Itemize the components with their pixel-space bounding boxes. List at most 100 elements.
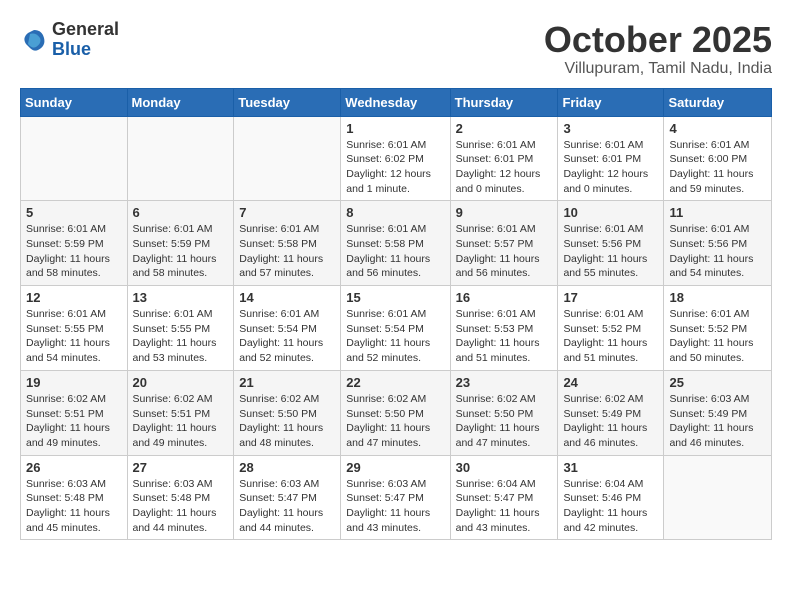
month-title: October 2025	[544, 20, 772, 60]
day-info: Sunrise: 6:02 AMSunset: 5:51 PMDaylight:…	[26, 392, 122, 451]
title-block: October 2025 Villupuram, Tamil Nadu, Ind…	[544, 20, 772, 78]
location-subtitle: Villupuram, Tamil Nadu, India	[544, 60, 772, 78]
day-info: Sunrise: 6:03 AMSunset: 5:47 PMDaylight:…	[346, 477, 444, 536]
day-info: Sunrise: 6:01 AMSunset: 5:56 PMDaylight:…	[563, 222, 658, 281]
day-number: 22	[346, 375, 444, 390]
calendar-cell: 24 Sunrise: 6:02 AMSunset: 5:49 PMDayligh…	[558, 370, 664, 455]
day-number: 5	[26, 205, 122, 220]
day-info: Sunrise: 6:02 AMSunset: 5:50 PMDaylight:…	[346, 392, 444, 451]
day-info: Sunrise: 6:01 AMSunset: 6:01 PMDaylight:…	[563, 138, 658, 197]
calendar-week-row: 12 Sunrise: 6:01 AMSunset: 5:55 PMDayligh…	[21, 286, 772, 371]
day-number: 23	[456, 375, 553, 390]
day-number: 28	[239, 460, 335, 475]
weekday-header-wednesday: Wednesday	[341, 88, 450, 116]
calendar-cell: 15 Sunrise: 6:01 AMSunset: 5:54 PMDayligh…	[341, 286, 450, 371]
calendar-cell: 16 Sunrise: 6:01 AMSunset: 5:53 PMDayligh…	[450, 286, 558, 371]
calendar-cell: 20Sunrise: 6:02 AMSunset: 5:51 PMDayligh…	[127, 370, 234, 455]
weekday-header-tuesday: Tuesday	[234, 88, 341, 116]
day-info: Sunrise: 6:01 AMSunset: 5:59 PMDaylight:…	[133, 222, 229, 281]
day-number: 3	[563, 121, 658, 136]
day-info: Sunrise: 6:01 AMSunset: 5:53 PMDaylight:…	[456, 307, 553, 366]
day-number: 29	[346, 460, 444, 475]
calendar-cell: 25 Sunrise: 6:03 AMSunset: 5:49 PMDayligh…	[664, 370, 772, 455]
day-info: Sunrise: 6:03 AMSunset: 5:48 PMDaylight:…	[26, 477, 122, 536]
day-info: Sunrise: 6:01 AMSunset: 5:54 PMDaylight:…	[239, 307, 335, 366]
day-number: 27	[133, 460, 229, 475]
day-number: 10	[563, 205, 658, 220]
calendar-week-row: 1 Sunrise: 6:01 AMSunset: 6:02 PMDaylight…	[21, 116, 772, 201]
calendar-cell: 22 Sunrise: 6:02 AMSunset: 5:50 PMDayligh…	[341, 370, 450, 455]
calendar-cell: 8 Sunrise: 6:01 AMSunset: 5:58 PMDaylight…	[341, 201, 450, 286]
day-info: Sunrise: 6:01 AMSunset: 5:58 PMDaylight:…	[346, 222, 444, 281]
day-info: Sunrise: 6:04 AMSunset: 5:46 PMDaylight:…	[563, 477, 658, 536]
day-info: Sunrise: 6:01 AMSunset: 6:00 PMDaylight:…	[669, 138, 766, 197]
day-info: Sunrise: 6:01 AMSunset: 5:54 PMDaylight:…	[346, 307, 444, 366]
day-info: Sunrise: 6:01 AMSunset: 5:55 PMDaylight:…	[133, 307, 229, 366]
day-number: 2	[456, 121, 553, 136]
logo-blue: Blue	[52, 39, 91, 59]
day-number: 26	[26, 460, 122, 475]
day-info: Sunrise: 6:02 AMSunset: 5:49 PMDaylight:…	[563, 392, 658, 451]
day-number: 17	[563, 290, 658, 305]
calendar-cell: 13Sunrise: 6:01 AMSunset: 5:55 PMDayligh…	[127, 286, 234, 371]
calendar-cell: 18 Sunrise: 6:01 AMSunset: 5:52 PMDayligh…	[664, 286, 772, 371]
calendar-cell: 21Sunrise: 6:02 AMSunset: 5:50 PMDayligh…	[234, 370, 341, 455]
day-number: 4	[669, 121, 766, 136]
weekday-header-friday: Friday	[558, 88, 664, 116]
calendar-cell: 1 Sunrise: 6:01 AMSunset: 6:02 PMDaylight…	[341, 116, 450, 201]
day-number: 31	[563, 460, 658, 475]
day-number: 15	[346, 290, 444, 305]
day-number: 19	[26, 375, 122, 390]
calendar-cell: 12 Sunrise: 6:01 AMSunset: 5:55 PMDayligh…	[21, 286, 128, 371]
day-number: 30	[456, 460, 553, 475]
day-info: Sunrise: 6:01 AMSunset: 6:01 PMDaylight:…	[456, 138, 553, 197]
day-info: Sunrise: 6:01 AMSunset: 5:56 PMDaylight:…	[669, 222, 766, 281]
weekday-header-row: SundayMondayTuesdayWednesdayThursdayFrid…	[21, 88, 772, 116]
calendar-cell: 3 Sunrise: 6:01 AMSunset: 6:01 PMDaylight…	[558, 116, 664, 201]
logo-icon	[20, 26, 48, 54]
weekday-header-thursday: Thursday	[450, 88, 558, 116]
day-number: 16	[456, 290, 553, 305]
calendar-cell: 9Sunrise: 6:01 AMSunset: 5:57 PMDaylight…	[450, 201, 558, 286]
calendar-cell: 17 Sunrise: 6:01 AMSunset: 5:52 PMDayligh…	[558, 286, 664, 371]
day-info: Sunrise: 6:03 AMSunset: 5:47 PMDaylight:…	[239, 477, 335, 536]
day-number: 1	[346, 121, 444, 136]
day-info: Sunrise: 6:01 AMSunset: 5:52 PMDaylight:…	[563, 307, 658, 366]
day-info: Sunrise: 6:01 AMSunset: 5:52 PMDaylight:…	[669, 307, 766, 366]
calendar-cell: 14 Sunrise: 6:01 AMSunset: 5:54 PMDayligh…	[234, 286, 341, 371]
day-number: 8	[346, 205, 444, 220]
day-info: Sunrise: 6:02 AMSunset: 5:50 PMDaylight:…	[456, 392, 553, 451]
day-number: 18	[669, 290, 766, 305]
day-number: 9	[456, 205, 553, 220]
calendar-cell: 4 Sunrise: 6:01 AMSunset: 6:00 PMDaylight…	[664, 116, 772, 201]
day-number: 24	[563, 375, 658, 390]
calendar-cell: 28 Sunrise: 6:03 AMSunset: 5:47 PMDayligh…	[234, 455, 341, 540]
calendar-cell	[664, 455, 772, 540]
page-header: General Blue October 2025 Villupuram, Ta…	[20, 20, 772, 78]
day-info: Sunrise: 6:04 AMSunset: 5:47 PMDaylight:…	[456, 477, 553, 536]
calendar-cell: 31 Sunrise: 6:04 AMSunset: 5:46 PMDayligh…	[558, 455, 664, 540]
calendar-cell: 27 Sunrise: 6:03 AMSunset: 5:48 PMDayligh…	[127, 455, 234, 540]
calendar-week-row: 5 Sunrise: 6:01 AMSunset: 5:59 PMDaylight…	[21, 201, 772, 286]
calendar-cell: 23 Sunrise: 6:02 AMSunset: 5:50 PMDayligh…	[450, 370, 558, 455]
calendar-cell	[234, 116, 341, 201]
day-number: 11	[669, 205, 766, 220]
day-info: Sunrise: 6:01 AMSunset: 6:02 PMDaylight:…	[346, 138, 444, 197]
day-info: Sunrise: 6:03 AMSunset: 5:49 PMDaylight:…	[669, 392, 766, 451]
logo-general: General	[52, 19, 119, 39]
weekday-header-monday: Monday	[127, 88, 234, 116]
day-info: Sunrise: 6:01 AMSunset: 5:55 PMDaylight:…	[26, 307, 122, 366]
day-number: 14	[239, 290, 335, 305]
day-info: Sunrise: 6:01 AMSunset: 5:59 PMDaylight:…	[26, 222, 122, 281]
day-info: Sunrise: 6:03 AMSunset: 5:48 PMDaylight:…	[133, 477, 229, 536]
day-info: Sunrise: 6:02 AMSunset: 5:50 PMDaylight:…	[239, 392, 335, 451]
day-info: Sunrise: 6:01 AMSunset: 5:58 PMDaylight:…	[239, 222, 335, 281]
day-number: 25	[669, 375, 766, 390]
calendar-table: SundayMondayTuesdayWednesdayThursdayFrid…	[20, 88, 772, 541]
day-number: 12	[26, 290, 122, 305]
calendar-cell	[127, 116, 234, 201]
calendar-cell: 2 Sunrise: 6:01 AMSunset: 6:01 PMDaylight…	[450, 116, 558, 201]
calendar-week-row: 19 Sunrise: 6:02 AMSunset: 5:51 PMDayligh…	[21, 370, 772, 455]
calendar-cell: 26 Sunrise: 6:03 AMSunset: 5:48 PMDayligh…	[21, 455, 128, 540]
day-number: 6	[133, 205, 229, 220]
